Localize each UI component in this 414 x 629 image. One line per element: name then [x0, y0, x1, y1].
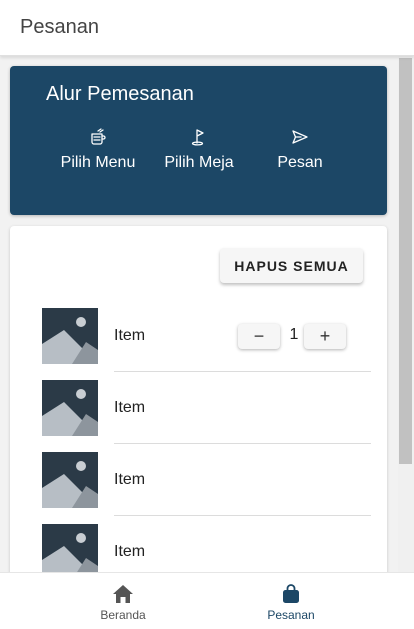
image-placeholder-icon — [42, 524, 98, 572]
image-placeholder-icon — [42, 380, 98, 436]
step-pesan: Pesan — [245, 128, 355, 172]
nav-label: Pesanan — [267, 608, 315, 622]
step-label: Pilih Meja — [164, 154, 234, 171]
item-name: Item — [114, 327, 146, 344]
item-name: Item — [114, 399, 146, 416]
list-item[interactable]: Item − 1 + — [10, 308, 387, 380]
page-title: Pesanan — [20, 16, 99, 38]
cart-card: HAPUS SEMUA Item − 1 + Item Item Item — [10, 226, 387, 572]
main-content[interactable]: Alur Pemesanan Pilih Menu Pilih Meja Pes — [0, 56, 398, 572]
list-item[interactable]: Item — [10, 452, 387, 524]
home-icon — [113, 585, 133, 603]
order-flow-card: Alur Pemesanan Pilih Menu Pilih Meja Pes — [10, 66, 387, 215]
nav-item-pesanan[interactable]: Pesanan — [231, 583, 351, 622]
menu-food-icon — [91, 128, 106, 145]
increment-button[interactable]: + — [304, 324, 346, 349]
clear-all-button[interactable]: HAPUS SEMUA — [220, 248, 363, 283]
golf-flag-icon — [191, 129, 204, 146]
quantity-value: 1 — [289, 326, 299, 343]
list-item[interactable]: Item — [10, 380, 387, 452]
list-item[interactable]: Item — [10, 524, 387, 572]
step-pilih-menu: Pilih Menu — [43, 128, 153, 172]
decrement-button[interactable]: − — [238, 324, 280, 349]
order-flow-title: Alur Pemesanan — [46, 83, 194, 105]
divider — [114, 443, 371, 444]
step-pilih-meja: Pilih Meja — [144, 128, 254, 172]
step-label: Pilih Menu — [60, 154, 136, 171]
step-label: Pesan — [277, 154, 323, 171]
send-icon — [292, 130, 308, 144]
bottom-navigation: Beranda Pesanan — [0, 572, 414, 629]
item-name: Item — [114, 543, 146, 560]
nav-label: Beranda — [100, 608, 146, 622]
divider — [114, 515, 371, 516]
image-placeholder-icon — [42, 452, 98, 508]
item-name: Item — [114, 471, 146, 488]
quantity-stepper: − 1 + — [238, 324, 350, 350]
nav-item-beranda[interactable]: Beranda — [63, 583, 183, 622]
shopping-bag-icon — [283, 584, 299, 603]
divider — [114, 371, 371, 372]
app-bar: Pesanan — [0, 0, 414, 56]
image-placeholder-icon — [42, 308, 98, 364]
scrollbar[interactable] — [398, 56, 414, 572]
scrollbar-thumb[interactable] — [399, 58, 412, 464]
